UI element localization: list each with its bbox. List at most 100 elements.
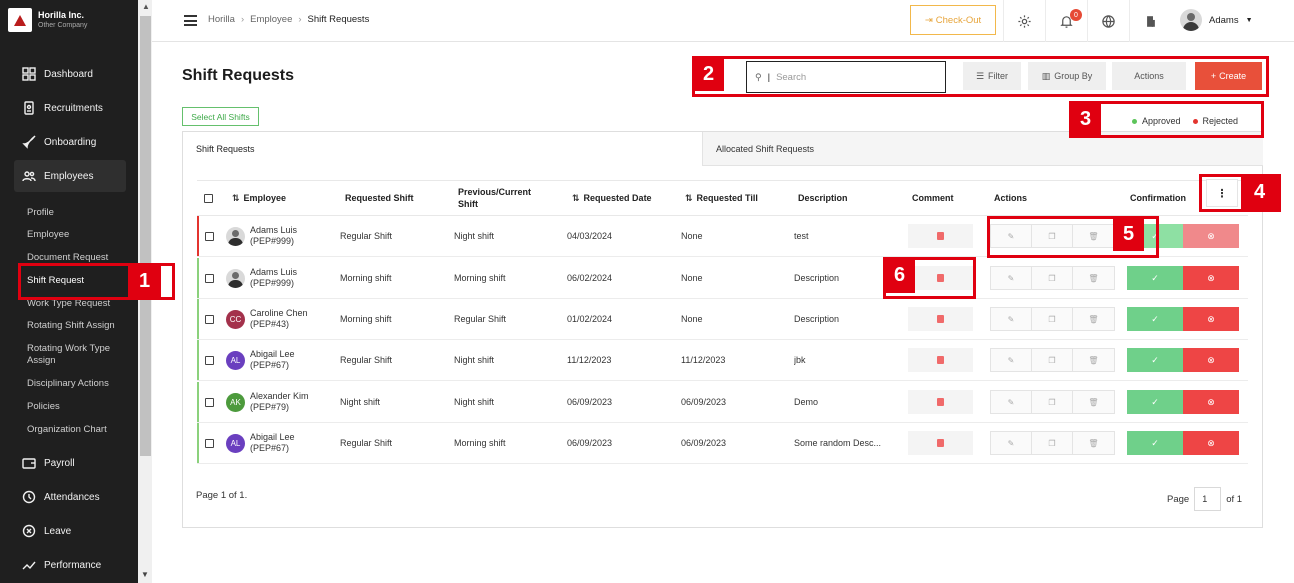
nav-leave[interactable]: Leave (14, 515, 126, 547)
edit-button[interactable]: ✎ (991, 349, 1032, 371)
reject-button[interactable]: ⊗ (1183, 348, 1239, 372)
notifications-button[interactable]: 0 (1045, 0, 1087, 42)
row-checkbox[interactable] (205, 382, 214, 422)
reject-icon: ⊗ (1207, 272, 1215, 283)
page-number-input[interactable]: 1 (1194, 487, 1222, 511)
duplicate-button[interactable]: ❐ (1032, 267, 1073, 289)
edit-button[interactable]: ✎ (991, 391, 1032, 413)
col-employee[interactable]: ⇅ Employee (232, 181, 286, 215)
table-row[interactable]: AK Alexander Kim (PEP#79) Night shift Nig… (197, 382, 1248, 423)
nav-payroll[interactable]: Payroll (14, 447, 126, 479)
language-button[interactable] (1087, 0, 1129, 42)
requested-date: 06/09/2023 (567, 438, 613, 448)
comment-button[interactable] (908, 382, 973, 422)
status-indicator (197, 299, 199, 339)
menu-icon[interactable] (184, 15, 197, 29)
avatar: CC (226, 309, 245, 329)
breadcrumb-home[interactable]: Horilla (208, 14, 235, 25)
delete-button[interactable]: 🗑 (1073, 391, 1114, 413)
table-row[interactable]: Adams Luis (PEP#999) Morning shift Mornin… (197, 258, 1248, 299)
reject-button[interactable]: ⊗ (1183, 266, 1239, 290)
nav-employees[interactable]: Employees (14, 160, 126, 192)
col-requested-date[interactable]: ⇅ Requested Date (572, 181, 652, 215)
scroll-up-icon[interactable]: ▲ (142, 2, 150, 11)
status-indicator (197, 216, 199, 256)
duplicate-button[interactable]: ❐ (1032, 391, 1073, 413)
edit-icon: ✎ (1007, 397, 1015, 407)
settings-button[interactable] (1003, 0, 1045, 42)
check-out-button[interactable]: ⇥ Check-Out (910, 5, 996, 35)
breadcrumb-employee[interactable]: Employee (250, 14, 292, 25)
scroll-down-icon[interactable]: ▼ (141, 570, 149, 579)
col-requested-till[interactable]: ⇅ Requested Till (685, 181, 758, 215)
delete-button[interactable]: 🗑 (1073, 267, 1114, 289)
nav-onboarding[interactable]: Onboarding (14, 126, 126, 158)
edit-button[interactable]: ✎ (991, 267, 1032, 289)
edit-button[interactable]: ✎ (991, 308, 1032, 330)
nav-dashboard-label: Dashboard (44, 68, 93, 80)
employee-cell: AK Alexander Kim (PEP#79) (226, 382, 309, 422)
delete-button[interactable]: 🗑 (1073, 432, 1114, 454)
edit-icon: ✎ (1007, 314, 1015, 324)
approve-button[interactable]: ✓ (1127, 431, 1183, 455)
nav-attendances[interactable]: Attendances (14, 481, 126, 513)
reject-button[interactable]: ⊗ (1183, 431, 1239, 455)
reject-button[interactable]: ⊗ (1183, 224, 1239, 248)
subnav-rotating-work-type-assign[interactable]: Rotating Work Type Assign (27, 343, 127, 367)
comment-button[interactable] (908, 340, 973, 380)
row-checkbox[interactable] (205, 340, 214, 380)
delete-button[interactable]: 🗑 (1073, 349, 1114, 371)
col-confirmation: Confirmation (1130, 193, 1186, 203)
previous-shift: Morning shift (454, 438, 506, 448)
chevron-down-icon: ▼ (1245, 16, 1253, 24)
duplicate-button[interactable]: ❐ (1032, 308, 1073, 330)
subnav-policies[interactable]: Policies (27, 401, 127, 413)
row-checkbox[interactable] (205, 299, 214, 339)
subnav-organization-chart[interactable]: Organization Chart (27, 424, 127, 436)
nav-recruitments[interactable]: Recruitments (14, 92, 126, 124)
employee-code: (PEP#999) (250, 236, 295, 246)
select-all-shifts-button[interactable]: Select All Shifts (182, 107, 259, 126)
table-row[interactable]: CC Caroline Chen (PEP#43) Morning shift R… (197, 299, 1248, 340)
company-name: Horilla Inc. (38, 10, 85, 20)
comment-icon (937, 232, 944, 240)
comment-icon (937, 315, 944, 323)
row-checkbox[interactable] (205, 423, 214, 463)
previous-shift: Night shift (454, 355, 495, 365)
subnav-profile[interactable]: Profile (27, 207, 127, 219)
row-checkbox[interactable] (205, 216, 214, 256)
duplicate-button[interactable]: ❐ (1032, 349, 1073, 371)
requested-date: 01/02/2024 (567, 314, 613, 324)
comment-button[interactable] (908, 216, 973, 256)
sort-icon: ⇅ (572, 193, 580, 203)
comment-button[interactable] (908, 423, 973, 463)
subnav-disciplinary-actions[interactable]: Disciplinary Actions (27, 378, 127, 390)
row-checkbox[interactable] (205, 258, 214, 298)
select-all-checkbox[interactable] (204, 181, 213, 215)
annotation-label-5: 5 (1113, 217, 1144, 251)
reject-button[interactable]: ⊗ (1183, 307, 1239, 331)
delete-button[interactable]: 🗑 (1073, 308, 1114, 330)
edit-button[interactable]: ✎ (991, 432, 1032, 454)
sidebar-scroll-thumb[interactable] (140, 16, 151, 456)
company-switcher[interactable]: Horilla Inc. Other Company (8, 8, 87, 32)
comment-button[interactable] (908, 299, 973, 339)
nav-dashboard[interactable]: Dashboard (14, 58, 126, 90)
company-button[interactable] (1129, 0, 1171, 42)
duplicate-button[interactable]: ❐ (1032, 432, 1073, 454)
copy-icon: ❐ (1048, 314, 1056, 324)
reject-button[interactable]: ⊗ (1183, 390, 1239, 414)
check-icon: ✓ (1151, 396, 1159, 407)
approve-button[interactable]: ✓ (1127, 307, 1183, 331)
user-menu[interactable]: Adams ▼ (1180, 9, 1253, 31)
approve-button[interactable]: ✓ (1127, 266, 1183, 290)
nav-performance[interactable]: Performance (14, 549, 126, 581)
table-row[interactable]: AL Abigail Lee (PEP#67) Regular Shift Nig… (197, 340, 1248, 381)
approve-button[interactable]: ✓ (1127, 390, 1183, 414)
tab-shift-requests[interactable]: Shift Requests (183, 132, 702, 166)
subnav-rotating-shift-assign[interactable]: Rotating Shift Assign (27, 320, 127, 332)
col-actions: Actions (994, 193, 1028, 203)
approve-button[interactable]: ✓ (1127, 348, 1183, 372)
subnav-employee[interactable]: Employee (27, 229, 127, 241)
table-row[interactable]: AL Abigail Lee (PEP#67) Regular Shift Mor… (197, 423, 1248, 464)
